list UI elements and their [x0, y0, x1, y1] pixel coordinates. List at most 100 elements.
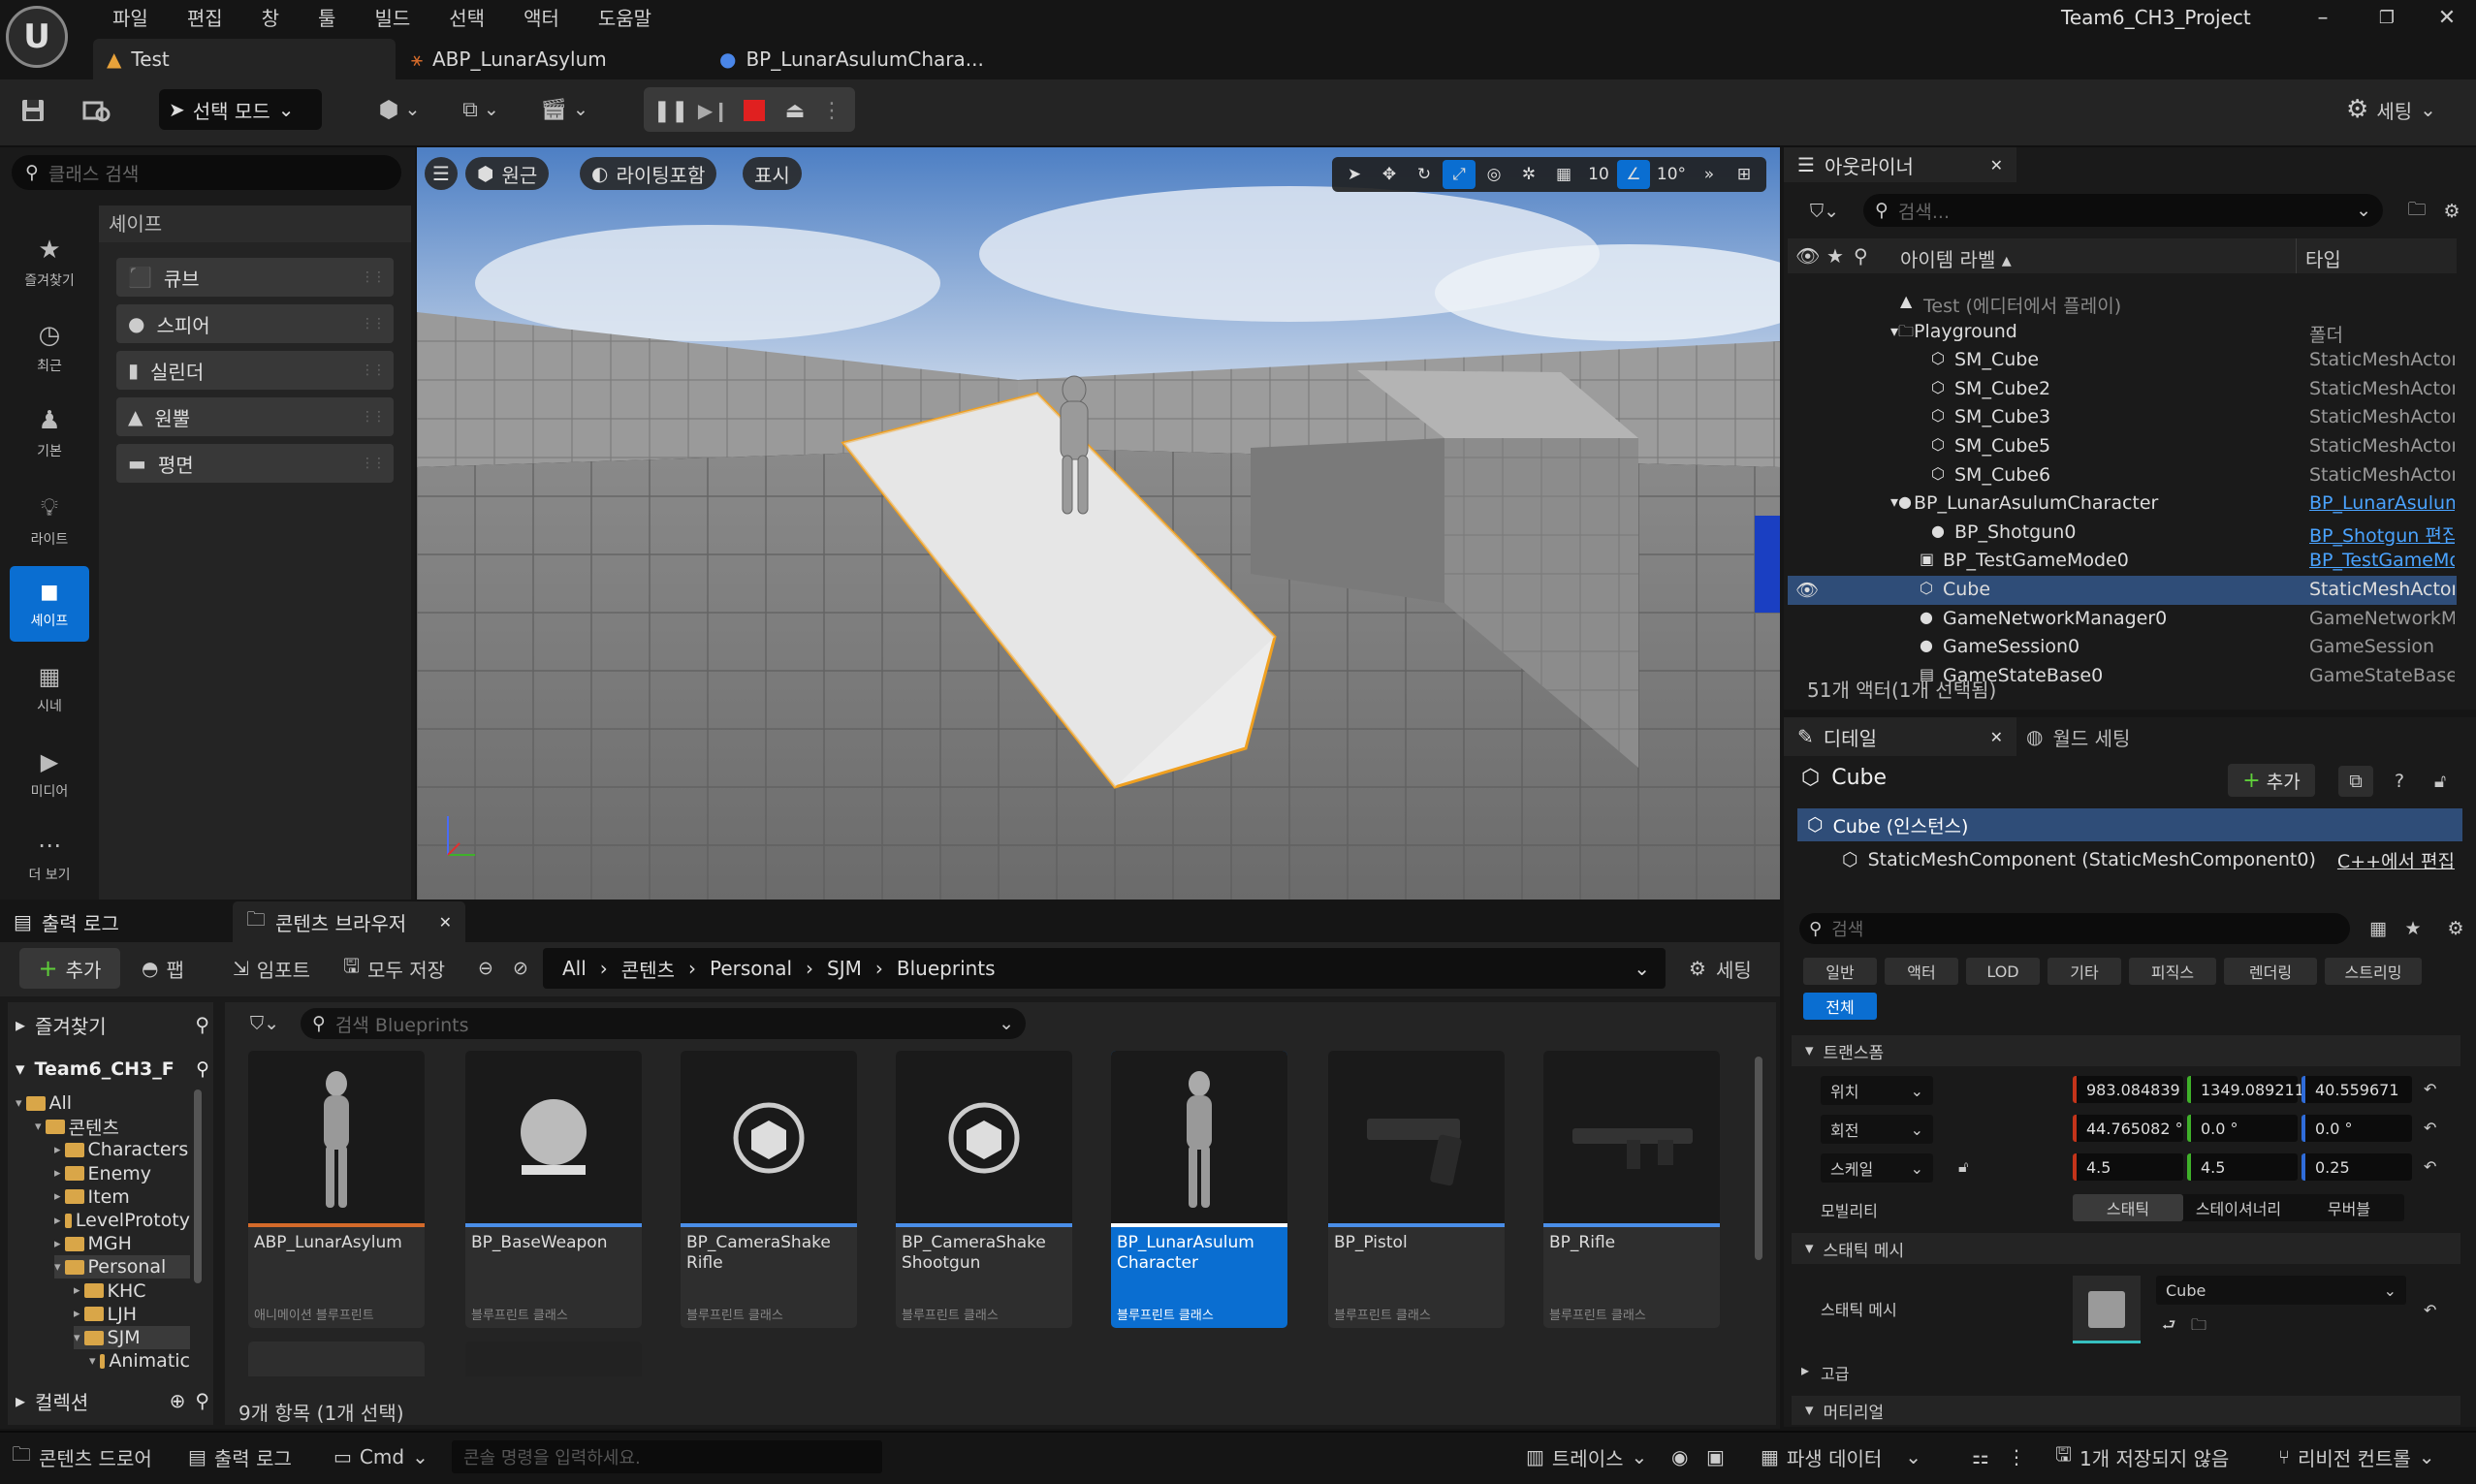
- row-type[interactable]: BP_Shotgun 편집: [2309, 521, 2455, 548]
- rotation-z-field[interactable]: 0.0 °: [2301, 1115, 2412, 1142]
- outliner-row[interactable]: ⬡ SM_Cube5 StaticMeshActor: [1788, 432, 2457, 461]
- more-options-icon[interactable]: ⋮: [2007, 1438, 2026, 1475]
- step-icon[interactable]: ▶❙: [696, 93, 731, 128]
- chevron-right-icon[interactable]: ▸: [74, 1307, 80, 1321]
- outliner-row[interactable]: ● BP_Shotgun0 BP_Shotgun 편집: [1788, 519, 2457, 548]
- add-actor-button[interactable]: ⬢ ⌄: [368, 89, 430, 130]
- category-shapes[interactable]: ◼ 셰이프: [10, 566, 89, 642]
- chevron-down-icon[interactable]: ▾: [54, 1260, 61, 1275]
- shape-cone[interactable]: ▲ 원뿔 ⋮⋮: [116, 397, 394, 436]
- close-icon[interactable]: ✕: [439, 913, 452, 931]
- add-component-button[interactable]: + 추가: [2228, 764, 2315, 797]
- menu-help[interactable]: 도움말: [579, 2, 671, 35]
- add-button[interactable]: + 추가: [19, 948, 120, 989]
- static-mesh-component-row[interactable]: ⬡ StaticMeshComponent (StaticMeshComponen…: [1797, 843, 2462, 876]
- asset-card[interactable]: BP_CameraShake Shootgun 블루프린트 클래스: [896, 1051, 1072, 1328]
- tree-item[interactable]: ▾ SJM: [74, 1326, 190, 1349]
- rotation-dropdown[interactable]: 회전 ⌄: [1821, 1115, 1933, 1144]
- close-icon[interactable]: ✕: [1990, 728, 2003, 746]
- breadcrumb-sjm[interactable]: SJM: [827, 957, 862, 980]
- category-more[interactable]: ⋯ 더 보기: [10, 820, 89, 896]
- forward-icon[interactable]: ⊘: [506, 952, 535, 985]
- select-tool-icon[interactable]: ➤: [1338, 160, 1371, 189]
- shape-plane[interactable]: ▬ 평면 ⋮⋮: [116, 444, 394, 483]
- rotate-tool-icon[interactable]: ↻: [1408, 160, 1441, 189]
- location-y-field[interactable]: 1349.089211: [2187, 1076, 2304, 1103]
- asset-card[interactable]: BP_BaseWeapon 블루프린트 클래스: [465, 1051, 642, 1328]
- show-button[interactable]: 표시: [743, 157, 802, 190]
- cpp-edit-link[interactable]: C++에서 편집: [2337, 847, 2455, 873]
- component-instance-row[interactable]: ⬡ Cube (인스턴스): [1797, 808, 2462, 841]
- browse-content-icon[interactable]: [78, 91, 116, 130]
- column-type[interactable]: 타입: [2305, 244, 2341, 272]
- filter-streaming[interactable]: 스트리밍: [2325, 958, 2422, 985]
- tree-item[interactable]: ▸ Item: [54, 1185, 190, 1209]
- location-z-field[interactable]: 40.559671: [2301, 1076, 2412, 1103]
- menu-actor[interactable]: 액터: [504, 2, 579, 35]
- scale-x-field[interactable]: 4.5: [2073, 1153, 2183, 1181]
- drag-handle-icon[interactable]: ⋮⋮: [361, 363, 386, 378]
- star-icon[interactable]: ★: [1826, 244, 1844, 268]
- cmd-dropdown[interactable]: ▭ Cmd ⌄: [333, 1438, 429, 1475]
- gear-icon[interactable]: ⚙: [2435, 196, 2468, 227]
- project-header[interactable]: ▾ Team6_CH3_F ⚲: [16, 1055, 209, 1084]
- save-icon[interactable]: [14, 91, 52, 130]
- category-basic[interactable]: ♟ 기본: [10, 395, 89, 471]
- blueprint-button[interactable]: ⧉ ⌄: [450, 89, 512, 130]
- reset-icon[interactable]: ↶: [2424, 1080, 2436, 1098]
- filter-actor[interactable]: 액터: [1885, 958, 1958, 985]
- breadcrumb-blueprints[interactable]: Blueprints: [897, 957, 996, 980]
- outliner-row[interactable]: ⬡ SM_Cube2 StaticMeshActor: [1788, 375, 2457, 404]
- outliner-row[interactable]: ▣ BP_TestGameMode0 BP_TestGameMo: [1788, 547, 2457, 576]
- tree-item[interactable]: ▸ LJH: [74, 1303, 190, 1326]
- chevron-down-icon[interactable]: ▾: [89, 1354, 96, 1369]
- menu-build[interactable]: 빌드: [355, 2, 429, 35]
- menu-window[interactable]: 창: [242, 2, 299, 35]
- fab-button[interactable]: ◓ 팹: [142, 950, 184, 987]
- collections-header[interactable]: ▸ 컬렉션 ⊕ ⚲: [16, 1386, 209, 1415]
- help-icon[interactable]: ?: [2383, 766, 2416, 797]
- row-type[interactable]: BP_TestGameMo: [2309, 550, 2455, 571]
- breadcrumb-all[interactable]: All: [562, 957, 587, 980]
- save-all-button[interactable]: 🖫︎ 모두 저장: [343, 950, 445, 987]
- filter-lod[interactable]: LOD: [1966, 958, 2040, 985]
- close-icon[interactable]: ✕: [1990, 156, 2003, 174]
- rotation-snap-icon[interactable]: ∠: [1617, 160, 1650, 189]
- outliner-row[interactable]: ⬡ SM_Cube6 StaticMeshActor: [1788, 461, 2457, 490]
- table-view-icon[interactable]: ▦: [2364, 915, 2393, 942]
- rotation-x-field[interactable]: 44.765082 °: [2073, 1115, 2183, 1142]
- scale-z-field[interactable]: 0.25: [2301, 1153, 2412, 1181]
- gear-icon[interactable]: ⚙: [2441, 915, 2470, 942]
- drag-handle-icon[interactable]: ⋮⋮: [361, 456, 386, 471]
- back-icon[interactable]: ⊖: [471, 952, 500, 985]
- mobility-movable[interactable]: 무버블: [2294, 1194, 2404, 1221]
- location-dropdown[interactable]: 위치 ⌄: [1821, 1076, 1933, 1105]
- drag-handle-icon[interactable]: ⋮⋮: [361, 316, 386, 332]
- row-type[interactable]: BP_LunarAsulum: [2309, 492, 2455, 514]
- output-log-tab[interactable]: ▤ 출력 로그: [0, 901, 133, 942]
- star-icon[interactable]: ★: [2398, 915, 2428, 942]
- shape-cube[interactable]: ⬛ 큐브 ⋮⋮: [116, 258, 394, 297]
- filter-rendering[interactable]: 렌더링: [2224, 958, 2317, 985]
- eject-icon[interactable]: ⏏: [778, 93, 812, 128]
- console-input[interactable]: 콘솔 명령을 입력하세요.: [452, 1440, 882, 1473]
- grid-snap-icon[interactable]: ▦: [1547, 160, 1580, 189]
- asset-card[interactable]: BP_LunarAsulum Character 블루프린트 클래스: [1111, 1051, 1287, 1328]
- category-media[interactable]: ▶ 미디어: [10, 737, 89, 812]
- world-settings-tab[interactable]: ◍ 월드 세팅: [2026, 717, 2130, 756]
- outliner-row[interactable]: ● GameSession0 GameSession: [1788, 633, 2457, 662]
- mobility-static[interactable]: 스태틱: [2073, 1194, 2183, 1221]
- content-browser-tab[interactable]: 🗀︎ 콘텐츠 브라우저 ✕: [233, 901, 465, 942]
- translate-tool-icon[interactable]: ✥: [1373, 160, 1406, 189]
- asset-scrollbar[interactable]: [1755, 1057, 1762, 1260]
- class-search-input[interactable]: ⚲ 클래스 검색: [12, 155, 401, 190]
- lock-icon[interactable]: 🔓︎: [2424, 766, 2457, 797]
- chevron-right-icon[interactable]: ▸: [54, 1214, 61, 1228]
- scale-dropdown[interactable]: 스케일 ⌄: [1821, 1153, 1933, 1183]
- filter-all[interactable]: 전체: [1803, 993, 1877, 1020]
- tree-item[interactable]: ▸ Characters: [54, 1138, 190, 1161]
- surface-snap-icon[interactable]: ✲: [1512, 160, 1545, 189]
- drag-handle-icon[interactable]: ⋮⋮: [361, 409, 386, 425]
- eye-icon[interactable]: 👁︎: [1795, 579, 1819, 601]
- outliner-row[interactable]: ▲ Test (에디터에서 플레이): [1788, 289, 2457, 318]
